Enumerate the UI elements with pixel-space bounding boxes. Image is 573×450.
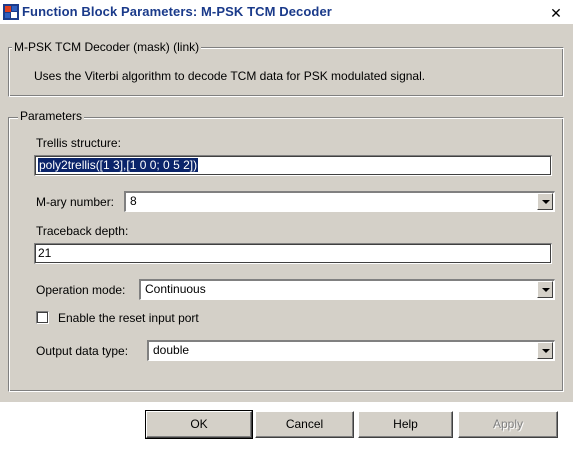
mask-group: M-PSK TCM Decoder (mask) (link) Uses the… <box>0 24 573 100</box>
ok-button[interactable]: OK <box>145 410 253 439</box>
help-button[interactable]: Help <box>358 411 453 438</box>
output-data-type-value: double <box>153 343 190 357</box>
trellis-structure-value: poly2trellis([1 3],[1 0 0; 0 5 2]) <box>38 158 199 172</box>
cancel-button[interactable]: Cancel <box>255 411 354 438</box>
trellis-structure-label: Trellis structure: <box>36 136 121 150</box>
mask-group-legend: M-PSK TCM Decoder (mask) (link) <box>12 40 202 54</box>
parameters-group: Parameters Trellis structure: poly2trell… <box>0 100 573 400</box>
mary-number-value: 8 <box>130 194 137 208</box>
simulink-block-icon <box>3 4 19 20</box>
traceback-depth-input[interactable]: 21 <box>34 243 552 264</box>
apply-button[interactable]: Apply <box>458 411 558 438</box>
trellis-structure-input[interactable]: poly2trellis([1 3],[1 0 0; 0 5 2]) <box>34 155 552 176</box>
parameters-group-legend: Parameters <box>18 109 85 123</box>
traceback-depth-value: 21 <box>38 246 52 260</box>
chevron-down-icon[interactable] <box>537 193 553 210</box>
output-data-type-select[interactable]: double <box>147 340 555 361</box>
output-data-type-label: Output data type: <box>36 344 129 358</box>
enable-reset-label[interactable]: Enable the reset input port <box>58 311 199 325</box>
window-title: Function Block Parameters: M-PSK TCM Dec… <box>22 4 332 19</box>
close-icon[interactable]: ✕ <box>548 6 564 20</box>
operation-mode-label: Operation mode: <box>36 283 126 297</box>
chevron-down-icon[interactable] <box>537 281 553 298</box>
mask-description: Uses the Viterbi algorithm to decode TCM… <box>34 69 426 83</box>
traceback-depth-label: Traceback depth: <box>36 224 129 238</box>
mary-number-select[interactable]: 8 <box>124 191 555 212</box>
dialog-window: Function Block Parameters: M-PSK TCM Dec… <box>0 0 573 450</box>
title-bar[interactable]: Function Block Parameters: M-PSK TCM Dec… <box>0 0 573 24</box>
chevron-down-icon[interactable] <box>537 342 553 359</box>
enable-reset-checkbox[interactable] <box>36 311 49 324</box>
operation-mode-value: Continuous <box>145 282 206 296</box>
operation-mode-select[interactable]: Continuous <box>139 279 555 300</box>
mary-number-label: M-ary number: <box>36 195 115 209</box>
